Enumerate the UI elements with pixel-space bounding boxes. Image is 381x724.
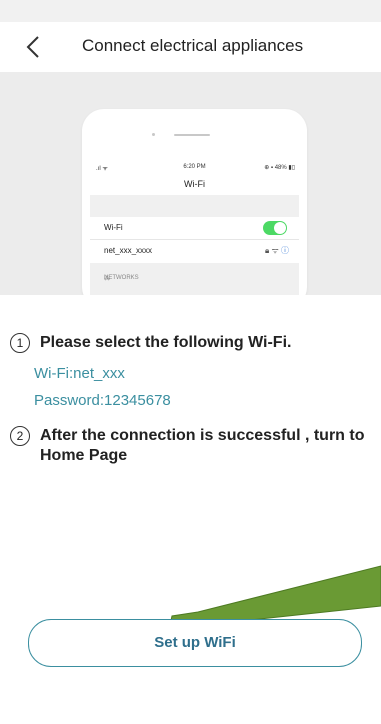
- annotation-arrow: [164, 565, 381, 650]
- set-up-wifi-button[interactable]: Set up WiFi: [28, 619, 362, 667]
